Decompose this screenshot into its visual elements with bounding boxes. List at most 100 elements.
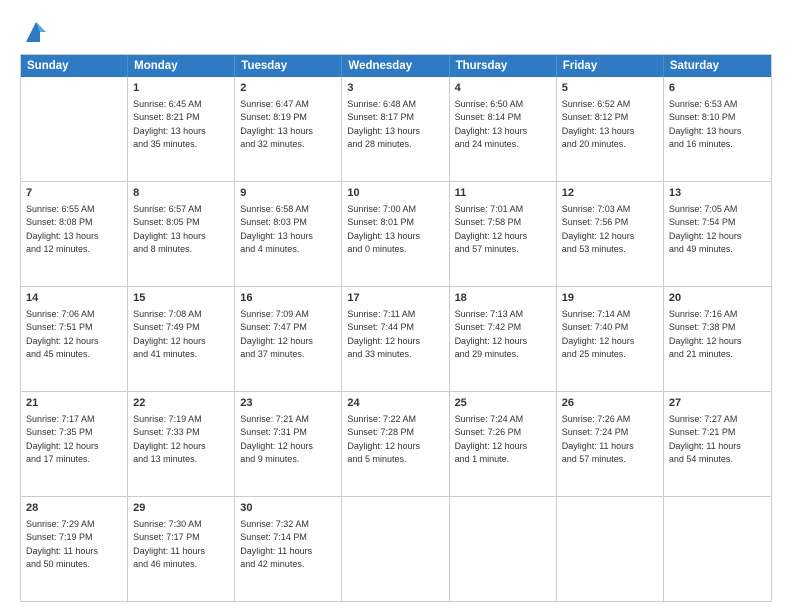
calendar-cell: 13Sunrise: 7:05 AMSunset: 7:54 PMDayligh… [664, 182, 771, 286]
calendar-cell [342, 497, 449, 601]
day-number: 25 [455, 396, 551, 412]
logo [20, 20, 50, 46]
day-number: 2 [240, 81, 336, 97]
day-number: 27 [669, 396, 766, 412]
cell-info: Sunrise: 6:47 AMSunset: 8:19 PMDaylight:… [240, 98, 336, 152]
day-number: 13 [669, 186, 766, 202]
cell-info: Sunrise: 7:00 AMSunset: 8:01 PMDaylight:… [347, 203, 443, 257]
calendar-cell: 7Sunrise: 6:55 AMSunset: 8:08 PMDaylight… [21, 182, 128, 286]
day-number: 23 [240, 396, 336, 412]
calendar-cell: 28Sunrise: 7:29 AMSunset: 7:19 PMDayligh… [21, 497, 128, 601]
day-number: 4 [455, 81, 551, 97]
day-number: 11 [455, 186, 551, 202]
calendar-week: 14Sunrise: 7:06 AMSunset: 7:51 PMDayligh… [21, 287, 771, 392]
day-number: 12 [562, 186, 658, 202]
cell-info: Sunrise: 7:08 AMSunset: 7:49 PMDaylight:… [133, 308, 229, 362]
day-number: 19 [562, 291, 658, 307]
cell-info: Sunrise: 7:21 AMSunset: 7:31 PMDaylight:… [240, 413, 336, 467]
cell-info: Sunrise: 7:30 AMSunset: 7:17 PMDaylight:… [133, 518, 229, 572]
calendar-cell: 10Sunrise: 7:00 AMSunset: 8:01 PMDayligh… [342, 182, 449, 286]
calendar-cell [21, 77, 128, 181]
logo-icon [22, 18, 50, 46]
cell-info: Sunrise: 7:11 AMSunset: 7:44 PMDaylight:… [347, 308, 443, 362]
calendar-header-day: Monday [128, 55, 235, 77]
calendar-header-day: Thursday [450, 55, 557, 77]
day-number: 5 [562, 81, 658, 97]
cell-info: Sunrise: 7:06 AMSunset: 7:51 PMDaylight:… [26, 308, 122, 362]
calendar-cell: 14Sunrise: 7:06 AMSunset: 7:51 PMDayligh… [21, 287, 128, 391]
calendar-cell: 4Sunrise: 6:50 AMSunset: 8:14 PMDaylight… [450, 77, 557, 181]
calendar-cell: 3Sunrise: 6:48 AMSunset: 8:17 PMDaylight… [342, 77, 449, 181]
day-number: 30 [240, 501, 336, 517]
cell-info: Sunrise: 6:45 AMSunset: 8:21 PMDaylight:… [133, 98, 229, 152]
cell-info: Sunrise: 6:53 AMSunset: 8:10 PMDaylight:… [669, 98, 766, 152]
day-number: 10 [347, 186, 443, 202]
calendar-cell: 2Sunrise: 6:47 AMSunset: 8:19 PMDaylight… [235, 77, 342, 181]
cell-info: Sunrise: 6:58 AMSunset: 8:03 PMDaylight:… [240, 203, 336, 257]
day-number: 14 [26, 291, 122, 307]
calendar-header: SundayMondayTuesdayWednesdayThursdayFrid… [21, 55, 771, 77]
cell-info: Sunrise: 7:01 AMSunset: 7:58 PMDaylight:… [455, 203, 551, 257]
calendar-cell: 22Sunrise: 7:19 AMSunset: 7:33 PMDayligh… [128, 392, 235, 496]
calendar-cell: 15Sunrise: 7:08 AMSunset: 7:49 PMDayligh… [128, 287, 235, 391]
cell-info: Sunrise: 7:27 AMSunset: 7:21 PMDaylight:… [669, 413, 766, 467]
cell-info: Sunrise: 6:57 AMSunset: 8:05 PMDaylight:… [133, 203, 229, 257]
cell-info: Sunrise: 7:26 AMSunset: 7:24 PMDaylight:… [562, 413, 658, 467]
cell-info: Sunrise: 7:13 AMSunset: 7:42 PMDaylight:… [455, 308, 551, 362]
calendar-cell: 16Sunrise: 7:09 AMSunset: 7:47 PMDayligh… [235, 287, 342, 391]
cell-info: Sunrise: 7:24 AMSunset: 7:26 PMDaylight:… [455, 413, 551, 467]
day-number: 16 [240, 291, 336, 307]
calendar-header-day: Sunday [21, 55, 128, 77]
calendar-cell: 25Sunrise: 7:24 AMSunset: 7:26 PMDayligh… [450, 392, 557, 496]
calendar-header-day: Wednesday [342, 55, 449, 77]
cell-info: Sunrise: 7:09 AMSunset: 7:47 PMDaylight:… [240, 308, 336, 362]
cell-info: Sunrise: 7:05 AMSunset: 7:54 PMDaylight:… [669, 203, 766, 257]
cell-info: Sunrise: 6:55 AMSunset: 8:08 PMDaylight:… [26, 203, 122, 257]
calendar-cell: 21Sunrise: 7:17 AMSunset: 7:35 PMDayligh… [21, 392, 128, 496]
calendar-cell: 26Sunrise: 7:26 AMSunset: 7:24 PMDayligh… [557, 392, 664, 496]
calendar-cell: 23Sunrise: 7:21 AMSunset: 7:31 PMDayligh… [235, 392, 342, 496]
calendar-cell: 29Sunrise: 7:30 AMSunset: 7:17 PMDayligh… [128, 497, 235, 601]
cell-info: Sunrise: 7:16 AMSunset: 7:38 PMDaylight:… [669, 308, 766, 362]
day-number: 9 [240, 186, 336, 202]
cell-info: Sunrise: 7:29 AMSunset: 7:19 PMDaylight:… [26, 518, 122, 572]
day-number: 26 [562, 396, 658, 412]
calendar-week: 1Sunrise: 6:45 AMSunset: 8:21 PMDaylight… [21, 77, 771, 182]
day-number: 20 [669, 291, 766, 307]
calendar-body: 1Sunrise: 6:45 AMSunset: 8:21 PMDaylight… [21, 77, 771, 601]
cell-info: Sunrise: 7:19 AMSunset: 7:33 PMDaylight:… [133, 413, 229, 467]
day-number: 29 [133, 501, 229, 517]
cell-info: Sunrise: 7:14 AMSunset: 7:40 PMDaylight:… [562, 308, 658, 362]
cell-info: Sunrise: 7:03 AMSunset: 7:56 PMDaylight:… [562, 203, 658, 257]
day-number: 17 [347, 291, 443, 307]
cell-info: Sunrise: 7:17 AMSunset: 7:35 PMDaylight:… [26, 413, 122, 467]
day-number: 21 [26, 396, 122, 412]
calendar-cell [450, 497, 557, 601]
calendar-cell: 12Sunrise: 7:03 AMSunset: 7:56 PMDayligh… [557, 182, 664, 286]
day-number: 7 [26, 186, 122, 202]
cell-info: Sunrise: 7:22 AMSunset: 7:28 PMDaylight:… [347, 413, 443, 467]
calendar-cell: 9Sunrise: 6:58 AMSunset: 8:03 PMDaylight… [235, 182, 342, 286]
calendar-cell: 30Sunrise: 7:32 AMSunset: 7:14 PMDayligh… [235, 497, 342, 601]
day-number: 24 [347, 396, 443, 412]
calendar-cell: 18Sunrise: 7:13 AMSunset: 7:42 PMDayligh… [450, 287, 557, 391]
calendar-header-day: Saturday [664, 55, 771, 77]
calendar-cell [557, 497, 664, 601]
day-number: 8 [133, 186, 229, 202]
calendar: SundayMondayTuesdayWednesdayThursdayFrid… [20, 54, 772, 602]
calendar-week: 28Sunrise: 7:29 AMSunset: 7:19 PMDayligh… [21, 497, 771, 601]
calendar-cell: 17Sunrise: 7:11 AMSunset: 7:44 PMDayligh… [342, 287, 449, 391]
day-number: 22 [133, 396, 229, 412]
header [20, 16, 772, 46]
calendar-header-day: Tuesday [235, 55, 342, 77]
calendar-cell: 11Sunrise: 7:01 AMSunset: 7:58 PMDayligh… [450, 182, 557, 286]
day-number: 1 [133, 81, 229, 97]
page: SundayMondayTuesdayWednesdayThursdayFrid… [0, 0, 792, 612]
day-number: 18 [455, 291, 551, 307]
cell-info: Sunrise: 6:52 AMSunset: 8:12 PMDaylight:… [562, 98, 658, 152]
calendar-header-day: Friday [557, 55, 664, 77]
calendar-cell: 6Sunrise: 6:53 AMSunset: 8:10 PMDaylight… [664, 77, 771, 181]
cell-info: Sunrise: 6:50 AMSunset: 8:14 PMDaylight:… [455, 98, 551, 152]
calendar-cell: 20Sunrise: 7:16 AMSunset: 7:38 PMDayligh… [664, 287, 771, 391]
day-number: 6 [669, 81, 766, 97]
